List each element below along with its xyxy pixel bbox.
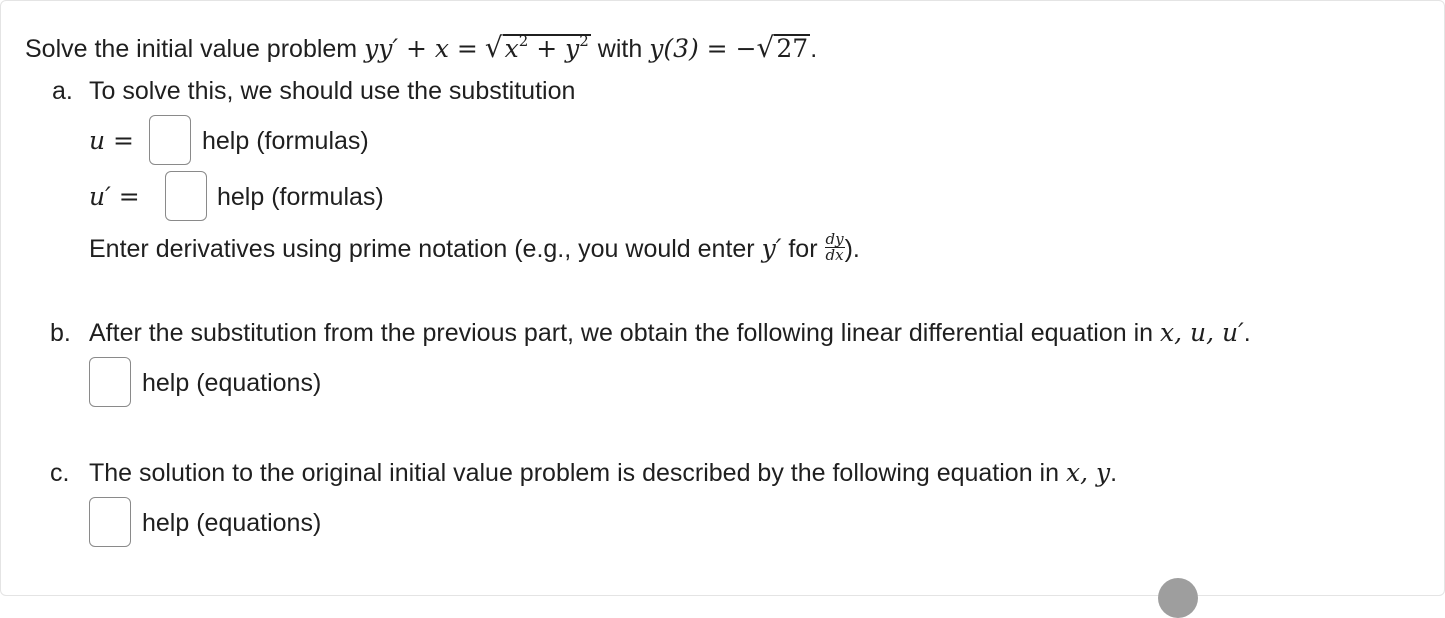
scroll-handle[interactable] (1158, 578, 1198, 618)
radicand-x: x (504, 34, 519, 63)
part-a-intro: To solve this, we should use the substit… (89, 77, 576, 105)
part-b-vars: x, u, u′ (1160, 318, 1244, 347)
uprime-answer-input[interactable] (165, 171, 207, 221)
exponent-x: 2 (518, 32, 529, 50)
initial-condition-lhs: y(3) = − (649, 34, 757, 63)
part-c-help-equations-link[interactable]: help (equations) (142, 508, 321, 538)
fraction-denominator: dx (825, 245, 844, 264)
problem-equation-lhs: yy′ + x = (364, 34, 478, 63)
part-c-letter: c. (50, 459, 70, 487)
derivative-instruction: Enter derivatives using prime notation (… (89, 231, 860, 266)
dy-dx-fraction: dy dx (824, 231, 845, 264)
instruction-for: for (788, 235, 818, 263)
statement-period: . (810, 35, 818, 63)
radicand-y: y (565, 34, 580, 63)
solution-answer-input[interactable] (89, 497, 131, 547)
radicand-plus: + (528, 34, 566, 63)
linear-de-answer-input[interactable] (89, 357, 131, 407)
instruction-suffix: ). (844, 235, 860, 263)
part-b-help-equations-link[interactable]: help (equations) (142, 368, 321, 398)
radical-sign-icon: √ (756, 31, 775, 64)
with-word: with (597, 35, 643, 63)
problem-sqrt: √x2 + y2 (484, 31, 591, 65)
radical-sign-icon: √ (484, 31, 503, 64)
condition-radicand: 27 (774, 34, 811, 63)
part-b-letter: b. (50, 319, 71, 347)
uprime-help-formulas-link[interactable]: help (formulas) (217, 182, 384, 212)
uprime-label: u′ = (89, 182, 140, 211)
u-help-formulas-link[interactable]: help (formulas) (202, 126, 369, 156)
instruction-prefix: Enter derivatives using prime notation (… (89, 235, 755, 263)
part-c-text: The solution to the original initial val… (89, 458, 1117, 488)
part-c-period: . (1110, 459, 1118, 487)
part-b-text: After the substitution from the previous… (89, 318, 1251, 348)
problem-statement: Solve the initial value problem yy′ + x … (25, 31, 818, 65)
part-a-letter: a. (52, 77, 73, 105)
problem-prefix: Solve the initial value problem (25, 35, 358, 63)
part-b-period: . (1243, 319, 1251, 347)
instruction-var: y′ (761, 234, 782, 263)
u-answer-input[interactable] (149, 115, 191, 165)
part-c-description: The solution to the original initial val… (89, 459, 1060, 487)
condition-sqrt: √27 (757, 33, 811, 64)
exponent-y: 2 (579, 32, 589, 50)
part-b-description: After the substitution from the previous… (89, 319, 1154, 347)
part-c-vars: x, y (1065, 458, 1111, 487)
u-label: u = (89, 126, 134, 155)
